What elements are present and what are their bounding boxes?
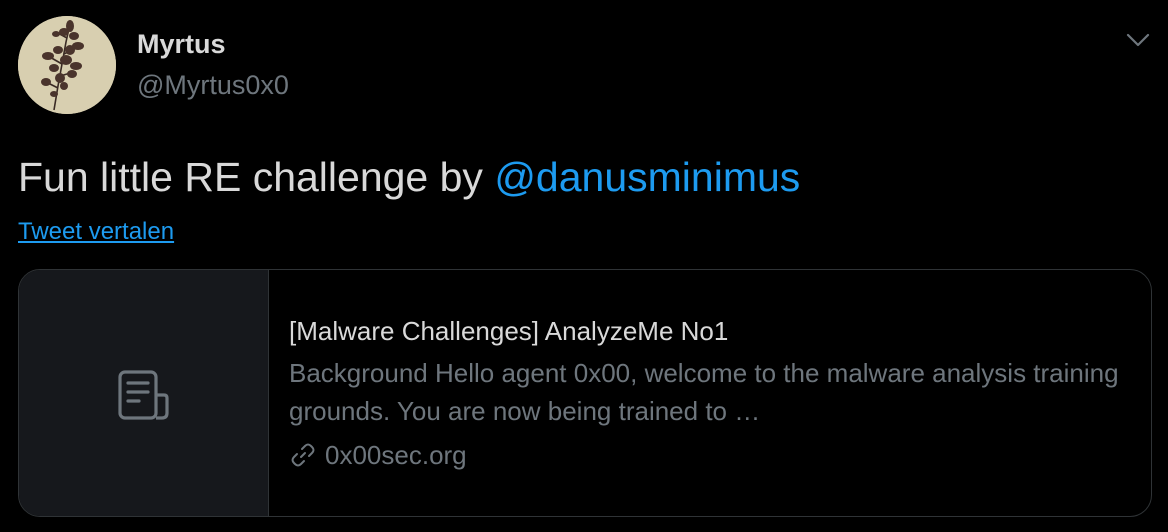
card-thumbnail	[19, 270, 269, 516]
document-icon	[118, 370, 169, 420]
card-description: Background Hello agent 0x00, welcome to …	[289, 358, 1119, 426]
author-handle[interactable]: @Myrtus0x0	[137, 68, 289, 102]
mention-link[interactable]: @danusminimus	[494, 154, 800, 200]
card-body: [Malware Challenges] AnalyzeMe No1 Backg…	[289, 312, 1131, 474]
link-icon	[291, 443, 315, 467]
card-domain-label: 0x00sec.org	[325, 440, 467, 470]
translate-tweet-link[interactable]: Tweet vertalen	[18, 216, 174, 248]
link-preview-card[interactable]: [Malware Challenges] AnalyzeMe No1 Backg…	[18, 269, 1152, 517]
card-domain: 0x00sec.org	[289, 436, 1131, 474]
chevron-down-icon[interactable]	[1122, 26, 1154, 54]
tweet-text-prefix: Fun little RE challenge by	[18, 154, 495, 200]
avatar[interactable]	[18, 16, 116, 114]
tweet-text: Fun little RE challenge by @danusminimus	[18, 152, 800, 202]
card-title: [Malware Challenges] AnalyzeMe No1	[289, 316, 729, 346]
author-display-name[interactable]: Myrtus	[137, 27, 226, 61]
